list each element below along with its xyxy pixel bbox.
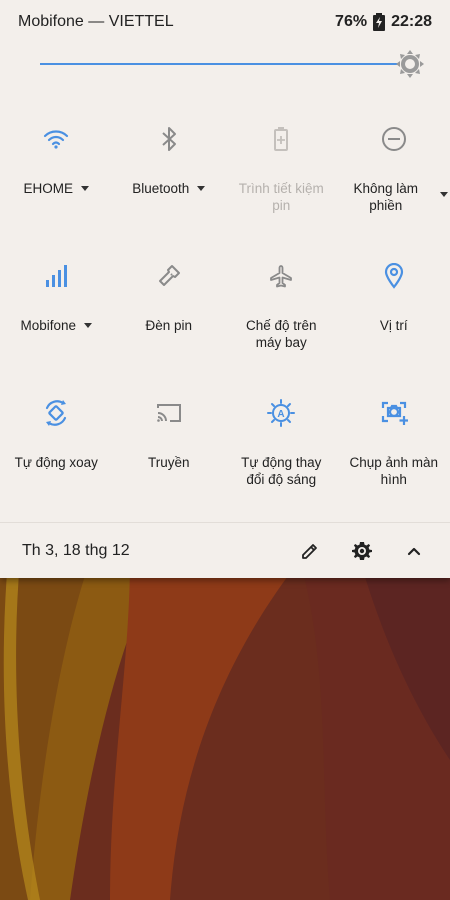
tile-auto-brightness[interactable]: A Tự động thay đổi độ sáng (225, 384, 338, 521)
brightness-slider[interactable] (40, 48, 426, 82)
battery-percent: 76% (335, 13, 368, 30)
do-not-disturb-icon (379, 124, 409, 154)
tile-cast[interactable]: Truyền (113, 384, 226, 521)
chevron-down-icon[interactable] (84, 323, 93, 328)
flashlight-icon (154, 261, 184, 291)
tile-airplane-mode[interactable]: Chế độ trên máy bay (225, 247, 338, 384)
tile-screenshot[interactable]: Chụp ảnh màn hình (338, 384, 450, 521)
screenshot-icon (379, 398, 409, 428)
svg-text:A: A (278, 409, 285, 420)
chevron-up-icon[interactable] (402, 539, 426, 563)
auto-rotate-icon (41, 398, 71, 428)
tile-label: Không làm phiền (353, 181, 419, 213)
status-right: 76% 22:28 (335, 13, 432, 31)
chevron-down-icon[interactable] (81, 186, 89, 191)
wallpaper-art (0, 560, 450, 900)
gear-icon[interactable] (350, 539, 374, 563)
wifi-icon (41, 124, 71, 154)
tile-label: EHOME (23, 181, 73, 196)
bluetooth-icon (154, 124, 184, 154)
brightness-thumb-icon[interactable] (396, 50, 424, 78)
tile-label: Trình tiết kiệm pin (238, 181, 324, 213)
cellular-icon (41, 261, 71, 291)
tile-label: Đèn pin (145, 318, 193, 333)
tile-flashlight[interactable]: Đèn pin (113, 247, 226, 384)
battery-saver-icon (266, 124, 296, 154)
chevron-down-icon[interactable] (197, 186, 206, 191)
clock: 22:28 (391, 13, 432, 30)
tile-label: Chế độ trên máy bay (245, 318, 317, 350)
edit-icon[interactable] (298, 539, 322, 563)
tile-label: Bluetooth (132, 181, 190, 196)
tile-bluetooth[interactable]: Bluetooth (113, 110, 226, 247)
chevron-down-icon[interactable] (439, 192, 448, 197)
tile-label: Vị trí (379, 318, 408, 333)
quick-settings-panel: Mobifone — VIETTEL 76% 22:28 EHOME Bluet… (0, 0, 450, 578)
status-bar: Mobifone — VIETTEL 76% 22:28 (0, 0, 450, 44)
quick-tiles-grid: EHOME Bluetooth Trình tiết kiệm pin Khôn… (0, 110, 450, 521)
auto-brightness-icon: A (266, 398, 296, 428)
tile-do-not-disturb[interactable]: Không làm phiền (338, 110, 450, 247)
tile-auto-rotate[interactable]: Tự động xoay (0, 384, 113, 521)
tile-label: Tự động thay đổi độ sáng (241, 455, 322, 487)
tile-location[interactable]: Vị trí (338, 247, 450, 384)
tile-battery-saver[interactable]: Trình tiết kiệm pin (225, 110, 338, 247)
airplane-icon (266, 261, 296, 291)
cast-icon (154, 398, 184, 428)
tile-label: Tự động xoay (14, 455, 98, 470)
tile-label: Mobifone (20, 318, 77, 333)
tile-wifi[interactable]: EHOME (0, 110, 113, 247)
quick-settings-footer: Th 3, 18 thg 12 (0, 522, 450, 578)
tile-mobile-data[interactable]: Mobifone (0, 247, 113, 384)
location-icon (379, 261, 409, 291)
battery-charging-icon (373, 13, 386, 31)
brightness-track[interactable] (40, 63, 399, 65)
carrier-label: Mobifone — VIETTEL (18, 13, 174, 30)
date-label: Th 3, 18 thg 12 (22, 541, 130, 559)
tile-label: Chụp ảnh màn hình (349, 455, 439, 487)
tile-label: Truyền (147, 455, 190, 470)
